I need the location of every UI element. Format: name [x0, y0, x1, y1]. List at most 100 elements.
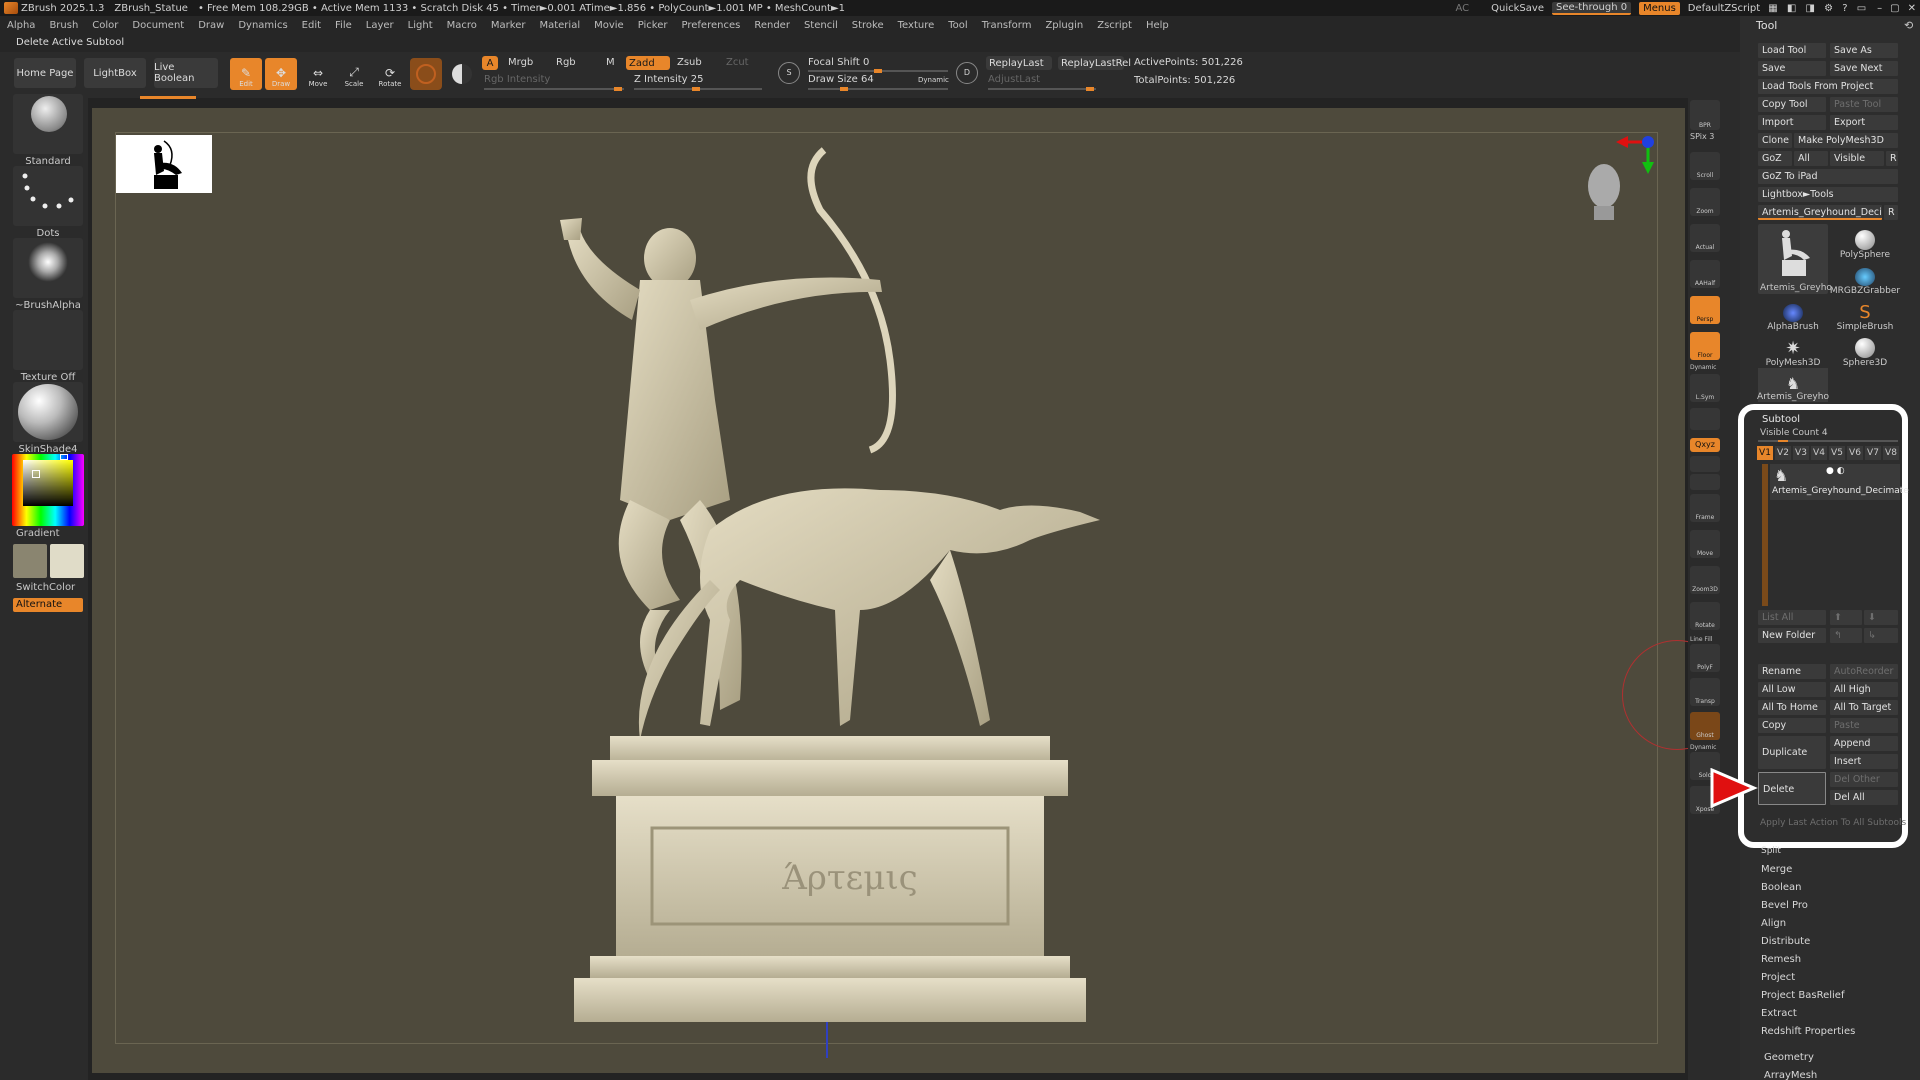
- zoom3d-button[interactable]: Zoom3D: [1690, 566, 1720, 594]
- adjustlast-track[interactable]: [988, 87, 1096, 91]
- move-button[interactable]: ⇔ Move: [302, 58, 334, 90]
- minimize-icon[interactable]: –: [1877, 3, 1882, 14]
- z-intensity-handle[interactable]: [692, 87, 700, 91]
- color-square[interactable]: [23, 460, 73, 506]
- menu-tool[interactable]: Tool: [941, 20, 974, 31]
- dynamic-toggle[interactable]: Dynamic: [918, 76, 949, 84]
- menu-alpha[interactable]: Alpha: [0, 20, 42, 31]
- frame-button[interactable]: Frame: [1690, 494, 1720, 522]
- del-other-button[interactable]: Del Other: [1830, 772, 1898, 787]
- main-color-swatch[interactable]: [13, 544, 47, 578]
- close-icon[interactable]: ✕: [1908, 3, 1916, 14]
- draw-size-slider[interactable]: Draw Size 64: [808, 74, 874, 85]
- arraymesh-section[interactable]: ArrayMesh: [1764, 1070, 1817, 1080]
- adjustlast-handle[interactable]: [1086, 87, 1094, 91]
- goz-to-ipad-button[interactable]: GoZ To iPad: [1758, 169, 1898, 184]
- rgb-toggle[interactable]: Rgb: [556, 57, 576, 68]
- orientation-gizmo[interactable]: [1580, 130, 1660, 230]
- material-selector[interactable]: SkinShade4: [13, 382, 83, 455]
- visible-count-slider[interactable]: Visible Count 4: [1758, 428, 1898, 442]
- draw-size-handle[interactable]: [840, 87, 848, 91]
- clone-button[interactable]: Clone: [1758, 133, 1792, 148]
- goz-visible-button[interactable]: Visible: [1830, 151, 1884, 166]
- extract-item[interactable]: Extract: [1761, 1008, 1797, 1019]
- rotate-view-button[interactable]: Rotate: [1690, 602, 1720, 630]
- delete-button[interactable]: Delete: [1758, 772, 1826, 805]
- boolean-item[interactable]: Boolean: [1761, 882, 1802, 893]
- project-item[interactable]: Project: [1761, 972, 1795, 983]
- version-v3[interactable]: V3: [1793, 446, 1809, 460]
- layout-icons[interactable]: ▦ ◧ ◨ ⚙ ? ▭: [1768, 3, 1869, 14]
- replaylastrel-button[interactable]: ReplayLastRel: [1058, 56, 1131, 70]
- subtool-scrollbar[interactable]: [1762, 464, 1768, 606]
- menu-layer[interactable]: Layer: [359, 20, 401, 31]
- brush-selector[interactable]: Standard: [13, 94, 83, 167]
- rgb-intensity-handle[interactable]: [614, 87, 622, 91]
- alternate-button[interactable]: Alternate: [13, 598, 83, 612]
- menus-toggle[interactable]: Menus: [1639, 1, 1680, 15]
- focal-shift-handle[interactable]: [874, 69, 882, 73]
- folder-up-icon[interactable]: ↰: [1830, 628, 1862, 643]
- draw-size-track[interactable]: [808, 87, 948, 91]
- redshift-properties-item[interactable]: Redshift Properties: [1761, 1026, 1855, 1037]
- version-v4[interactable]: V4: [1811, 446, 1827, 460]
- maximize-icon[interactable]: ▢: [1890, 3, 1899, 14]
- version-v2[interactable]: V2: [1775, 446, 1791, 460]
- brush-mode-button[interactable]: [446, 58, 478, 90]
- apply-last-action-button[interactable]: Apply Last Action To All Subtools: [1760, 818, 1906, 828]
- draw-button[interactable]: ✥ Draw: [265, 58, 297, 90]
- save-next-button[interactable]: Save Next: [1830, 61, 1898, 76]
- ghost-button[interactable]: Ghost: [1690, 712, 1720, 740]
- autoreorder-button[interactable]: AutoReorder: [1830, 664, 1898, 679]
- palette-pin-icon[interactable]: ⟲: [1904, 19, 1913, 32]
- spix-slider[interactable]: SPix 3: [1690, 132, 1714, 141]
- split-item[interactable]: Split: [1761, 846, 1781, 856]
- ac-label[interactable]: AC: [1456, 3, 1470, 14]
- export-button[interactable]: Export: [1830, 115, 1898, 130]
- tool-thumb-polymesh3d[interactable]: ✷ PolyMesh3D: [1758, 332, 1828, 369]
- goz-r-button[interactable]: R: [1886, 151, 1898, 166]
- tool-thumb-polysphere[interactable]: PolySphere: [1830, 224, 1900, 260]
- menu-draw[interactable]: Draw: [191, 20, 231, 31]
- texture-selector[interactable]: Texture Off: [13, 310, 83, 383]
- move-up-icon[interactable]: ⬆: [1830, 610, 1862, 625]
- goz-button[interactable]: GoZ: [1758, 151, 1792, 166]
- menu-color[interactable]: Color: [85, 20, 125, 31]
- s-button[interactable]: S: [778, 62, 800, 84]
- menu-render[interactable]: Render: [747, 20, 797, 31]
- menu-file[interactable]: File: [328, 20, 359, 31]
- paste-subtool-button[interactable]: Paste: [1830, 718, 1898, 733]
- paste-tool-button[interactable]: Paste Tool: [1830, 97, 1898, 112]
- merge-item[interactable]: Merge: [1761, 864, 1792, 875]
- menu-light[interactable]: Light: [401, 20, 440, 31]
- copy-subtool-button[interactable]: Copy: [1758, 718, 1826, 733]
- list-all-button[interactable]: List All: [1758, 610, 1826, 625]
- zadd-toggle[interactable]: Zadd: [626, 56, 670, 70]
- copy-tool-button[interactable]: Copy Tool: [1758, 97, 1826, 112]
- z-intensity-slider[interactable]: Z Intensity 25: [634, 74, 703, 85]
- all-high-button[interactable]: All High: [1830, 682, 1898, 697]
- tool-thumb-mrgbzgrabber[interactable]: MRGBZGrabber: [1830, 260, 1900, 296]
- switchcolor-button[interactable]: SwitchColor: [16, 582, 75, 593]
- color-picker[interactable]: [12, 454, 84, 526]
- save-as-button[interactable]: Save As: [1830, 43, 1898, 58]
- tool-thumb-sphere3d[interactable]: Sphere3D: [1830, 332, 1900, 368]
- menu-document[interactable]: Document: [125, 20, 191, 31]
- version-v7[interactable]: V7: [1865, 446, 1881, 460]
- load-tool-button[interactable]: Load Tool: [1758, 43, 1826, 58]
- polyf-button[interactable]: PolyF: [1690, 644, 1720, 672]
- quicksave-button[interactable]: QuickSave: [1491, 3, 1544, 14]
- rotate-z-icon[interactable]: [1690, 474, 1720, 490]
- current-tool-r-button[interactable]: R: [1884, 205, 1898, 220]
- home-page-button[interactable]: Home Page: [14, 58, 76, 88]
- menu-zscript[interactable]: Zscript: [1090, 20, 1139, 31]
- transp-button[interactable]: Transp: [1690, 678, 1720, 706]
- remesh-item[interactable]: Remesh: [1761, 954, 1801, 965]
- actual-button[interactable]: Actual: [1690, 224, 1720, 252]
- persp-button[interactable]: Persp: [1690, 296, 1720, 324]
- menu-movie[interactable]: Movie: [587, 20, 631, 31]
- menu-help[interactable]: Help: [1139, 20, 1176, 31]
- live-boolean-button[interactable]: Live Boolean: [154, 58, 218, 88]
- folder-down-icon[interactable]: ↳: [1864, 628, 1898, 643]
- tool-thumb-alphabrush[interactable]: AlphaBrush: [1758, 296, 1828, 332]
